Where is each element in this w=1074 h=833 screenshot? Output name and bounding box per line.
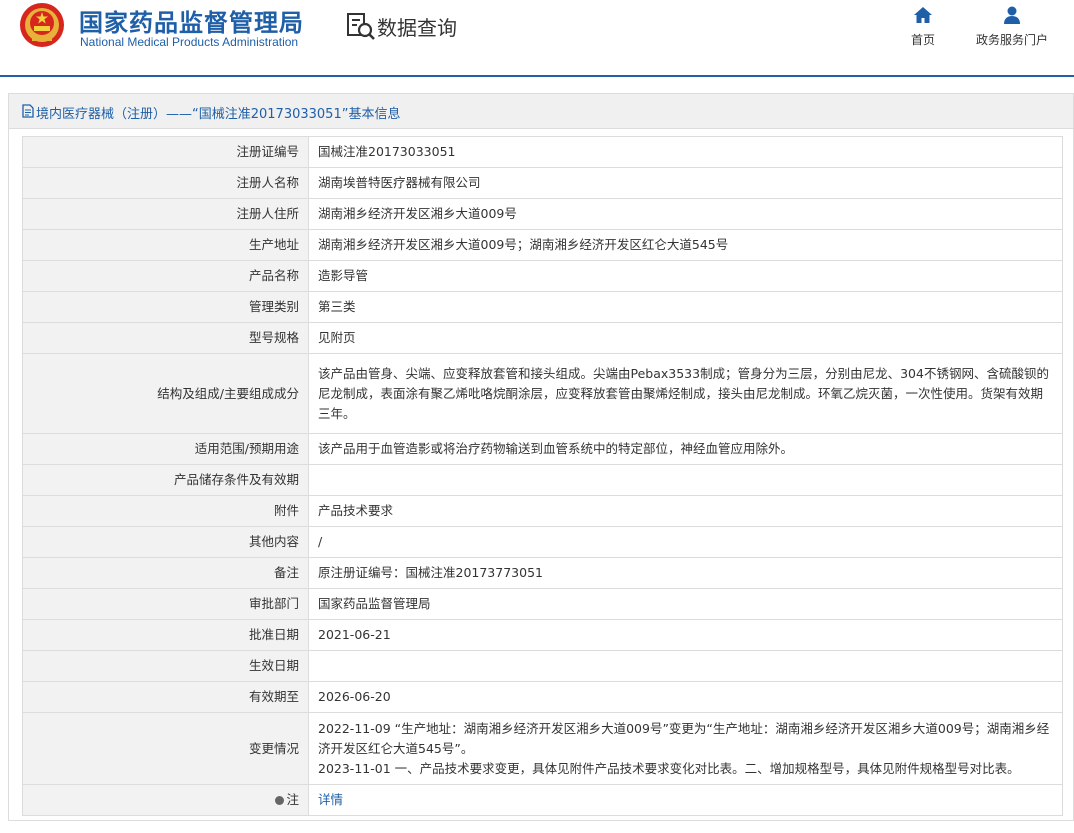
home-icon bbox=[914, 7, 932, 23]
field-label: 产品名称 bbox=[22, 260, 309, 292]
nav-home-label: 首页 bbox=[910, 33, 935, 47]
table-row: 备注 原注册证编号：国械注准20173773051 bbox=[22, 557, 1063, 589]
panel-title: 境内医疗器械（注册）——“国械注准20173033051”基本信息 bbox=[36, 107, 401, 122]
field-label: 适用范围/预期用途 bbox=[22, 433, 309, 465]
panel-header: 境内医疗器械（注册）——“国械注准20173033051”基本信息 bbox=[9, 94, 1073, 129]
field-label: 注册证编号 bbox=[22, 136, 309, 168]
field-value: 原注册证编号：国械注准20173773051 bbox=[308, 557, 1063, 589]
details-link[interactable]: 详情 bbox=[318, 792, 343, 807]
field-value: 该产品由管身、尖端、应变释放套管和接头组成。尖端由Pebax3533制成；管身分… bbox=[308, 353, 1063, 434]
table-row: 型号规格 见附页 bbox=[22, 322, 1063, 354]
device-info-table: 注册证编号 国械注准20173033051 注册人名称 湖南埃普特医疗器械有限公… bbox=[22, 136, 1063, 816]
field-value: 湖南湘乡经济开发区湘乡大道009号 bbox=[308, 198, 1063, 230]
field-value: 详情 bbox=[308, 784, 1063, 816]
nav-service-portal-label: 政务服务门户 bbox=[975, 33, 1048, 47]
field-label: 注册人名称 bbox=[22, 167, 309, 199]
field-label: 变更情况 bbox=[22, 712, 309, 785]
note-label-cell: 注 bbox=[22, 784, 309, 816]
table-row: 其他内容 / bbox=[22, 526, 1063, 558]
table-row: 注册人名称 湖南埃普特医疗器械有限公司 bbox=[22, 167, 1063, 199]
table-row: 注册证编号 国械注准20173033051 bbox=[22, 136, 1063, 168]
table-row: 附件 产品技术要求 bbox=[22, 495, 1063, 527]
field-value bbox=[308, 464, 1063, 496]
brand-title-en[interactable]: National Medical Products Administration bbox=[80, 35, 298, 49]
table-row-note: 注 详情 bbox=[22, 784, 1063, 816]
field-value: 见附页 bbox=[308, 322, 1063, 354]
field-value: 国械注准20173033051 bbox=[308, 136, 1063, 168]
field-value: 该产品用于血管造影或将治疗药物输送到血管系统中的特定部位，神经血管应用除外。 bbox=[308, 433, 1063, 465]
data-query-icon bbox=[347, 13, 375, 40]
field-value: 湖南埃普特医疗器械有限公司 bbox=[308, 167, 1063, 199]
field-label: 有效期至 bbox=[22, 681, 309, 713]
table-row: 结构及组成/主要组成成分 该产品由管身、尖端、应变释放套管和接头组成。尖端由Pe… bbox=[22, 353, 1063, 434]
table-row: 产品名称 造影导管 bbox=[22, 260, 1063, 292]
table-row: 管理类别 第三类 bbox=[22, 291, 1063, 323]
field-label: 结构及组成/主要组成成分 bbox=[22, 353, 309, 434]
table-row: 产品储存条件及有效期 bbox=[22, 464, 1063, 496]
brand-title-cn[interactable]: 国家药品监督管理局 bbox=[79, 3, 304, 38]
field-label: 产品储存条件及有效期 bbox=[22, 464, 309, 496]
table-row: 注册人住所 湖南湘乡经济开发区湘乡大道009号 bbox=[22, 198, 1063, 230]
field-label: 管理类别 bbox=[22, 291, 309, 323]
field-label: 附件 bbox=[22, 495, 309, 527]
table-row: 批准日期 2021-06-21 bbox=[22, 619, 1063, 651]
field-value: 造影导管 bbox=[308, 260, 1063, 292]
header-divider bbox=[0, 75, 1074, 77]
detail-panel: 境内医疗器械（注册）——“国械注准20173033051”基本信息 注册证编号 … bbox=[8, 93, 1074, 821]
field-value: 第三类 bbox=[308, 291, 1063, 323]
field-label: 审批部门 bbox=[22, 588, 309, 620]
field-label: 批准日期 bbox=[22, 619, 309, 651]
field-value: / bbox=[308, 526, 1063, 558]
note-bullet-icon bbox=[275, 796, 285, 805]
field-value: 产品技术要求 bbox=[308, 495, 1063, 527]
field-value: 湖南湘乡经济开发区湘乡大道009号；湖南湘乡经济开发区红仑大道545号 bbox=[308, 229, 1063, 261]
national-emblem-icon bbox=[20, 3, 64, 47]
table-row: 生效日期 bbox=[22, 650, 1063, 682]
change-entry: 2022-11-09 “生产地址：湖南湘乡经济开发区湘乡大道009号”变更为“生… bbox=[318, 720, 1050, 756]
site-header: 国家药品监督管理局 National Medical Products Admi… bbox=[0, 0, 1074, 77]
table-row: 审批部门 国家药品监督管理局 bbox=[22, 588, 1063, 620]
field-value: 2026-06-20 bbox=[308, 681, 1063, 713]
table-row: 适用范围/预期用途 该产品用于血管造影或将治疗药物输送到血管系统中的特定部位，神… bbox=[22, 433, 1063, 465]
field-label: 注 bbox=[286, 792, 299, 807]
nav-service-portal[interactable]: 政务服务门户 bbox=[966, 5, 1058, 48]
change-entry: 2023-11-01 一、产品技术要求变更，具体见附件产品技术要求变化对比表。二… bbox=[318, 760, 1020, 776]
field-label: 其他内容 bbox=[22, 526, 309, 558]
field-label: 型号规格 bbox=[22, 322, 309, 354]
field-value: 国家药品监督管理局 bbox=[308, 588, 1063, 620]
document-icon bbox=[22, 104, 34, 118]
field-value bbox=[308, 650, 1063, 682]
table-row-changes: 变更情况 2022-11-09 “生产地址：湖南湘乡经济开发区湘乡大道009号”… bbox=[22, 712, 1063, 785]
field-label: 注册人住所 bbox=[22, 198, 309, 230]
section-label: 数据查询 bbox=[377, 16, 457, 40]
change-history: 2022-11-09 “生产地址：湖南湘乡经济开发区湘乡大道009号”变更为“生… bbox=[308, 712, 1063, 785]
field-label: 备注 bbox=[22, 557, 309, 589]
field-label: 生效日期 bbox=[22, 650, 309, 682]
table-row: 生产地址 湖南湘乡经济开发区湘乡大道009号；湖南湘乡经济开发区红仑大道545号 bbox=[22, 229, 1063, 261]
table-row: 有效期至 2026-06-20 bbox=[22, 681, 1063, 713]
field-value: 2021-06-21 bbox=[308, 619, 1063, 651]
field-label: 生产地址 bbox=[22, 229, 309, 261]
user-icon bbox=[1004, 6, 1020, 24]
nav-home[interactable]: 首页 bbox=[903, 5, 943, 48]
